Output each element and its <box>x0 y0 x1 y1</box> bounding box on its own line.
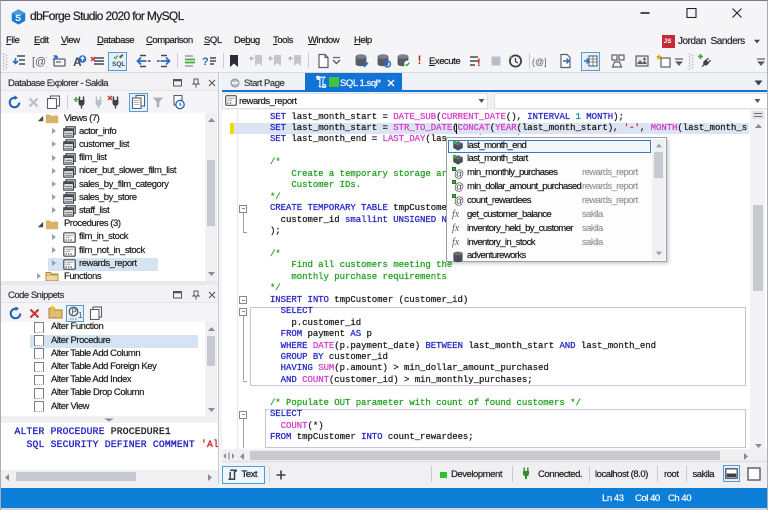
svg-text:?: ? <box>202 56 209 68</box>
svg-text:1: 1 <box>78 311 83 320</box>
svg-text:SQL: SQL <box>112 61 125 68</box>
svg-text:S: S <box>15 13 21 23</box>
svg-text:!: ! <box>477 57 481 69</box>
svg-text:P: P <box>72 308 77 317</box>
svg-text:(@]: (@] <box>532 57 547 67</box>
svg-text:[@]: [@] <box>32 56 47 68</box>
